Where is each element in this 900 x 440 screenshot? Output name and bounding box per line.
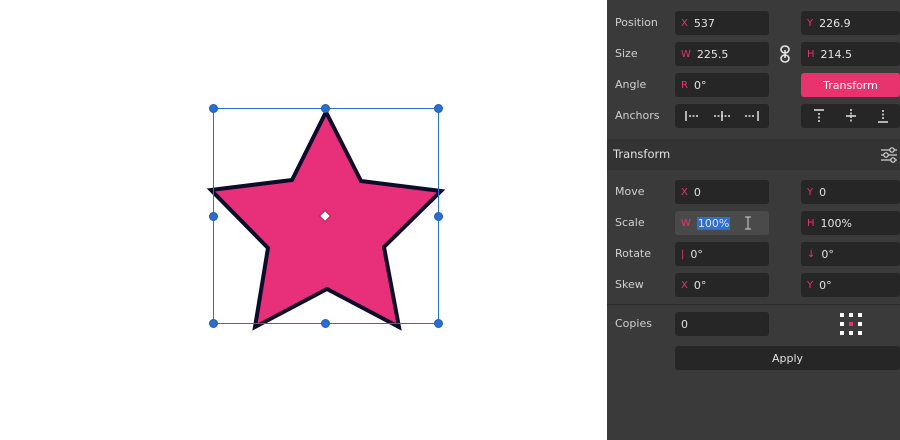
position-y-field[interactable]: Y 226.9 [801, 11, 900, 35]
handle-top-left[interactable] [209, 104, 218, 113]
move-y-field[interactable]: Y 0 [801, 180, 900, 204]
w-axis-label: W [681, 217, 691, 229]
rotate-a-field[interactable]: | 0° [675, 242, 769, 266]
align-bottom-icon[interactable] [867, 105, 899, 127]
size-w-field[interactable]: W 225.5 [675, 42, 769, 66]
x-axis-label: X [681, 186, 688, 198]
copies-field[interactable]: 0 [675, 312, 769, 336]
dot-grid-icon[interactable] [839, 312, 863, 336]
h-axis-label: H [807, 217, 815, 229]
divider [607, 304, 900, 305]
skew-x-field[interactable]: X 0° [675, 273, 769, 297]
skew-y-field[interactable]: Y 0° [801, 273, 900, 297]
transform-section-header: Transform [607, 139, 900, 170]
position-x-field[interactable]: X 537 [675, 11, 769, 35]
scale-label: Scale [615, 216, 645, 229]
r-axis-label: R [681, 79, 688, 91]
scale-w-field[interactable]: W 100% [675, 211, 769, 235]
rotate-b-field[interactable]: ↓ 0° [801, 242, 900, 266]
y-axis-label: Y [807, 186, 814, 198]
rotate-b-value: 0° [821, 247, 834, 261]
size-label: Size [615, 47, 638, 60]
transform-section-title: Transform [613, 147, 671, 161]
anchors-vertical-group [801, 104, 900, 128]
align-top-icon[interactable] [803, 105, 835, 127]
copies-label: Copies [615, 317, 652, 330]
position-y-value: 226.9 [819, 16, 851, 30]
move-x-field[interactable]: X 0 [675, 180, 769, 204]
y-axis-label: Y [807, 279, 814, 291]
handle-bottom-left[interactable] [209, 319, 218, 328]
handle-bottom-right[interactable] [434, 319, 443, 328]
rotate-label: Rotate [615, 247, 652, 260]
skew-x-value: 0° [693, 278, 707, 292]
h-axis-label: H [807, 48, 815, 60]
handle-middle-left[interactable] [209, 212, 218, 221]
properties-panel: Position X 537 Y 226.9 Size W 225.5 H 21… [607, 0, 900, 440]
star-artwork[interactable] [0, 0, 607, 440]
position-label: Position [615, 16, 658, 29]
angle-r-field[interactable]: R 0° [675, 73, 769, 97]
position-x-value: 537 [693, 16, 715, 30]
link-icon[interactable] [778, 45, 792, 63]
scale-h-value: 100% [820, 216, 852, 230]
angle-label: Angle [615, 78, 647, 91]
size-h-value: 214.5 [820, 47, 853, 61]
y-axis-label: Y [807, 17, 814, 29]
align-left-icon[interactable] [677, 105, 707, 127]
align-right-icon[interactable] [737, 105, 767, 127]
align-center-h-icon[interactable] [707, 105, 737, 127]
rotate-a-value: 0° [690, 247, 703, 261]
text-cursor-icon [745, 216, 751, 230]
scale-w-value: 100% [696, 216, 731, 230]
handle-top-center[interactable] [321, 104, 330, 113]
copies-value: 0 [681, 317, 688, 331]
rotate-b-axis-label: ↓ [807, 248, 816, 260]
handle-middle-right[interactable] [434, 212, 443, 221]
move-x-value: 0 [693, 185, 701, 199]
anchors-horizontal-group [675, 104, 769, 128]
skew-y-value: 0° [819, 278, 832, 292]
apply-button[interactable]: Apply [675, 346, 900, 370]
move-y-value: 0 [819, 185, 827, 199]
angle-r-value: 0° [693, 78, 707, 92]
transform-button[interactable]: Transform [801, 73, 900, 97]
rotate-a-axis-label: | [681, 248, 685, 260]
align-center-v-icon[interactable] [835, 105, 867, 127]
handle-top-right[interactable] [434, 104, 443, 113]
size-w-value: 225.5 [696, 47, 729, 61]
canvas[interactable] [0, 0, 607, 440]
sliders-icon[interactable] [879, 146, 899, 164]
move-label: Move [615, 185, 645, 198]
skew-label: Skew [615, 278, 644, 291]
x-axis-label: X [681, 279, 688, 291]
w-axis-label: W [681, 48, 691, 60]
x-axis-label: X [681, 17, 688, 29]
size-h-field[interactable]: H 214.5 [801, 42, 900, 66]
scale-h-field[interactable]: H 100% [801, 211, 900, 235]
handle-bottom-center[interactable] [321, 319, 330, 328]
anchors-label: Anchors [615, 109, 660, 122]
